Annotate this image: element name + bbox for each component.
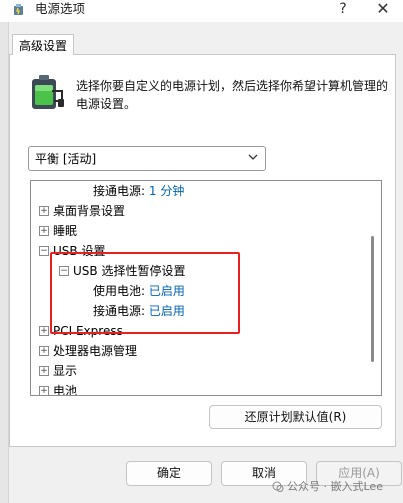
setting-value-link[interactable]: 已启用 [149,284,185,298]
tree-item-usb-settings[interactable]: − USB 设置 [39,241,239,261]
setting-value-link[interactable]: 已启用 [149,304,185,318]
watermark: 公众号 · 嵌入式Lee [272,479,402,495]
collapse-icon[interactable]: − [39,246,49,256]
power-plan-value: 平衡 [活动] [35,152,97,166]
tree-row-plugged-in[interactable]: 接通电源: 已启用 [93,301,185,321]
setting-label: 接通电源: [93,184,146,198]
tree-item-label: USB 设置 [53,244,106,258]
expand-icon[interactable]: + [39,326,49,336]
tree-row-on-battery[interactable]: 使用电池: 已启用 [93,281,185,301]
tree-item-label: 显示 [53,364,78,378]
tab-label: 高级设置 [18,39,67,53]
tree-item-processor-power[interactable]: + 处理器电源管理 [39,341,239,361]
power-options-icon [12,3,26,17]
tree-item-label: USB 选择性暂停设置 [73,264,186,278]
setting-label: 接通电源: [93,304,146,318]
description-text: 选择你要自定义的电源计划，然后选择你希望计算机管理的电源设置。 [76,79,389,111]
tab-advanced-settings[interactable]: 高级设置 [12,34,74,55]
chevron-down-icon [247,149,259,165]
settings-tree[interactable]: 接通电源: 1 分钟 + 桌面背景设置 + 睡眠 − USB 设置 − USB … [30,180,382,396]
expand-icon[interactable]: + [39,206,49,216]
tree-item-battery[interactable]: + 电池 [39,381,239,396]
expand-icon[interactable]: + [39,386,49,395]
scrollbar-thumb[interactable] [371,236,374,362]
tree-item-usb-selective-suspend[interactable]: − USB 选择性暂停设置 [59,261,279,281]
tree-item-sleep[interactable]: + 睡眠 [39,221,239,241]
background-window-edge [0,22,9,503]
tree-item-pci-express[interactable]: + PCI Express [39,321,239,341]
tree-item-label: 处理器电源管理 [53,344,138,358]
tree-item-label: 电池 [53,384,78,396]
tree-item-label: 桌面背景设置 [53,204,126,218]
battery-plug-icon [28,73,66,113]
tree-item-display[interactable]: + 显示 [39,361,239,381]
wechat-icon [272,481,284,493]
expand-icon[interactable]: + [39,346,49,356]
power-plan-dropdown[interactable]: 平衡 [活动] [28,146,266,171]
restore-defaults-button[interactable]: 还原计划默认值(R) [209,405,382,429]
window-title: 电源选项 [35,1,86,16]
ok-button[interactable]: 确定 [126,461,212,486]
watermark-text: 公众号 · 嵌入式Lee [287,480,383,493]
tree-item-label: 睡眠 [53,224,78,238]
tree-item-label: PCI Express [53,324,123,338]
close-button[interactable]: ✕ [372,0,394,18]
help-button[interactable]: ? [335,0,351,18]
collapse-icon[interactable]: − [59,266,69,276]
setting-label: 使用电池: [93,284,146,298]
setting-value-link[interactable]: 1 分钟 [149,184,184,198]
tree-row[interactable]: 接通电源: 1 分钟 [93,181,184,201]
expand-icon[interactable]: + [39,226,49,236]
expand-icon[interactable]: + [39,366,49,376]
